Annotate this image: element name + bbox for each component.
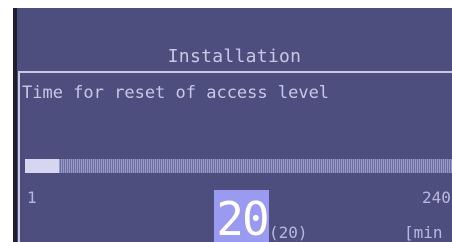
parameter-label: Time for reset of access level bbox=[22, 83, 330, 103]
current-value[interactable]: 20 bbox=[215, 192, 269, 242]
unit-label: [min bbox=[404, 223, 443, 242]
page-title: Installation bbox=[167, 46, 302, 67]
default-value: (20) bbox=[269, 223, 308, 242]
range-min-label: 1 bbox=[27, 188, 37, 207]
range-max-label: 240 bbox=[422, 188, 451, 207]
device-screen: Installation Time for reset of access le… bbox=[13, 8, 452, 242]
screen-edge bbox=[13, 8, 17, 242]
slider-fill bbox=[25, 159, 59, 173]
value-slider[interactable] bbox=[25, 159, 452, 173]
